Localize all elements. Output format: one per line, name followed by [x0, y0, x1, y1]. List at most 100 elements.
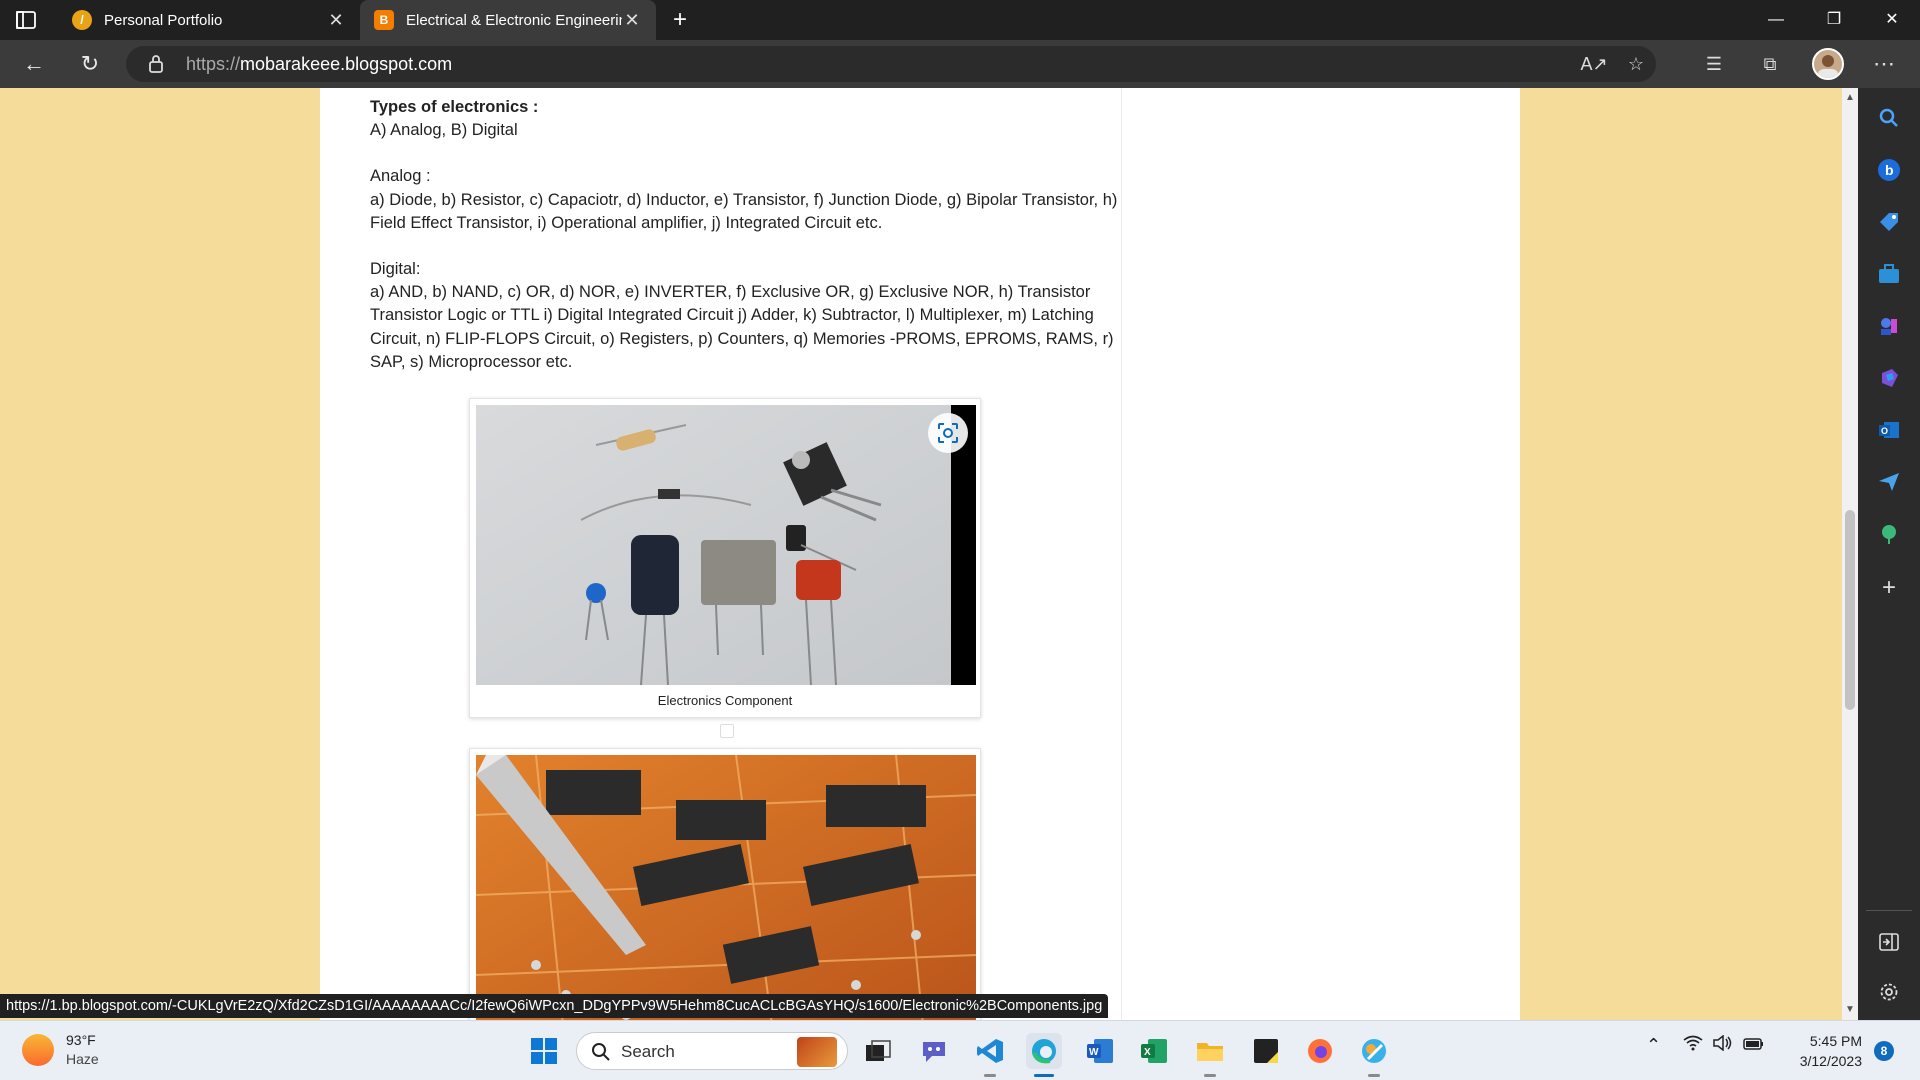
vscode-icon[interactable]: [972, 1033, 1008, 1069]
settings-gear-icon[interactable]: [1875, 978, 1903, 1006]
scroll-down-arrow[interactable]: ▼: [1844, 1004, 1856, 1016]
running-indicator: [1368, 1074, 1380, 1077]
weather-condition: Haze: [66, 1051, 99, 1067]
taskbar-search[interactable]: Search: [576, 1032, 848, 1070]
blog-content: Types of electronics : A) Analog, B) Dig…: [320, 88, 1520, 1020]
svg-text:X: X: [1144, 1047, 1151, 1058]
search-icon[interactable]: [1875, 104, 1903, 132]
digital-label: Digital:: [370, 260, 421, 279]
clock-date: 3/12/2023: [1799, 1053, 1862, 1069]
tree-icon[interactable]: [1875, 520, 1903, 548]
sidebar-separator: [1866, 910, 1912, 911]
active-indicator: [1034, 1074, 1054, 1077]
page-scrollbar[interactable]: ▲ ▼: [1842, 88, 1858, 1020]
chevron-up-icon[interactable]: ⌃: [1646, 1035, 1661, 1056]
games-icon[interactable]: [1875, 312, 1903, 340]
minimize-button[interactable]: —: [1748, 0, 1804, 40]
scroll-up-arrow[interactable]: ▲: [1844, 92, 1856, 104]
analog-list: a) Diode, b) Resistor, c) Capaciotr, d) …: [370, 190, 1118, 232]
tab-title: Electrical & Electronic Engineerin: [406, 11, 622, 29]
svg-text:O: O: [1881, 426, 1888, 436]
address-toolbar: ← ↻ https://mobarakeee.blogspot.com A↗ ☆…: [0, 40, 1920, 88]
svg-text:W: W: [1089, 1047, 1099, 1058]
visual-search-icon[interactable]: [928, 413, 968, 453]
taskbar-clock[interactable]: 5:45 PM 3/12/2023: [1788, 1031, 1862, 1071]
address-bar[interactable]: https://mobarakeee.blogspot.com A↗ ☆: [126, 46, 1656, 82]
tab-actions-icon[interactable]: [14, 8, 46, 32]
edge-icon[interactable]: [1026, 1033, 1062, 1069]
add-icon[interactable]: +: [1875, 574, 1903, 602]
restore-button[interactable]: ❐: [1806, 0, 1862, 40]
search-icon: [592, 1043, 610, 1061]
edge-sidebar: b O +: [1858, 88, 1920, 1020]
weather-widget[interactable]: 93°F Haze: [22, 1031, 99, 1069]
types-line: A) Analog, B) Digital: [370, 121, 518, 140]
bing-chat-icon[interactable]: b: [1875, 156, 1903, 184]
start-windows-icon[interactable]: [526, 1033, 562, 1069]
word-icon[interactable]: W: [1082, 1033, 1118, 1069]
battery-icon[interactable]: [1743, 1035, 1765, 1056]
close-window-button[interactable]: ✕: [1864, 0, 1920, 40]
tools-briefcase-icon[interactable]: [1875, 260, 1903, 288]
windows-taskbar: 93°F Haze Search W X ⌃ 5:45 PM 3/12/2023…: [0, 1020, 1920, 1080]
send-icon[interactable]: [1875, 468, 1903, 496]
svg-text:b: b: [1885, 162, 1894, 178]
sticky-notes-icon[interactable]: [1248, 1033, 1284, 1069]
system-tray: ⌃: [1646, 1034, 1765, 1056]
figure-electronics-component: Electronics Component: [469, 398, 981, 718]
firefox-icon[interactable]: [1302, 1033, 1338, 1069]
url-text: https://mobarakeee.blogspot.com: [186, 54, 452, 75]
scroll-thumb[interactable]: [1845, 510, 1855, 710]
url-protocol: https://: [186, 54, 241, 74]
wifi-icon[interactable]: [1683, 1035, 1703, 1056]
tab-personal-portfolio[interactable]: / Personal Portfolio ✕: [58, 0, 360, 40]
link-status-url: https://1.bp.blogspot.com/-CUKLgVrE2zQ/X…: [0, 994, 1109, 1018]
refresh-icon[interactable]: ↻: [74, 48, 106, 80]
running-indicator: [1204, 1074, 1216, 1077]
more-icon[interactable]: ⋯: [1868, 48, 1900, 80]
search-placeholder: Search: [621, 1042, 675, 1061]
read-aloud-icon[interactable]: A↗: [1578, 48, 1610, 80]
electronics-component-image[interactable]: [476, 405, 976, 685]
running-indicator: [984, 1074, 996, 1077]
tab-strip: / Personal Portfolio ✕ B Electrical & El…: [0, 0, 1920, 40]
outlook-icon[interactable]: O: [1875, 416, 1903, 444]
teams-chat-icon[interactable]: [916, 1033, 952, 1069]
circuit-board-image[interactable]: [476, 755, 976, 1020]
haze-sun-icon: [22, 1034, 54, 1066]
blogger-icon: B: [374, 10, 394, 30]
figure-circuit-board: [469, 748, 981, 1020]
close-icon[interactable]: ✕: [622, 10, 642, 31]
digital-list: a) AND, b) NAND, c) OR, d) NOR, e) INVER…: [370, 283, 1114, 371]
analog-label: Analog :: [370, 167, 431, 186]
post-body: Types of electronics : A) Analog, B) Dig…: [370, 96, 1140, 374]
snipping-tool-icon[interactable]: [1356, 1033, 1392, 1069]
shopping-tag-icon[interactable]: [1875, 208, 1903, 236]
back-icon[interactable]: ←: [18, 48, 50, 80]
tab-electrical-engineering[interactable]: B Electrical & Electronic Engineerin ✕: [360, 0, 656, 40]
search-highlight-icon: [797, 1037, 837, 1067]
portfolio-icon: /: [72, 10, 92, 30]
post-heading: Types of electronics :: [370, 98, 539, 116]
page-viewport: Types of electronics : A) Analog, B) Dig…: [0, 88, 1842, 1020]
close-icon[interactable]: ✕: [326, 10, 346, 31]
url-host: mobarakeee.blogspot.com: [240, 54, 453, 74]
tab-title: Personal Portfolio: [104, 11, 223, 29]
excel-icon[interactable]: X: [1136, 1033, 1172, 1069]
add-favorite-icon[interactable]: ☆: [1620, 48, 1652, 80]
hide-sidebar-icon[interactable]: [1875, 928, 1903, 956]
microsoft-365-icon[interactable]: [1875, 364, 1903, 392]
sidebar-divider: [1121, 88, 1122, 1020]
notification-badge[interactable]: 8: [1874, 1041, 1894, 1061]
file-explorer-icon[interactable]: [1192, 1033, 1228, 1069]
task-view-icon[interactable]: [860, 1033, 896, 1069]
weather-temperature: 93°F: [66, 1032, 96, 1048]
image-placeholder: [720, 724, 734, 738]
collections-icon[interactable]: ⧉: [1754, 48, 1786, 80]
avatar[interactable]: [1812, 48, 1844, 80]
favorites-icon[interactable]: ☰: [1698, 48, 1730, 80]
lock-icon[interactable]: [148, 54, 164, 74]
clock-time: 5:45 PM: [1809, 1033, 1862, 1049]
new-tab-button[interactable]: +: [666, 6, 694, 34]
volume-icon[interactable]: [1713, 1034, 1733, 1056]
